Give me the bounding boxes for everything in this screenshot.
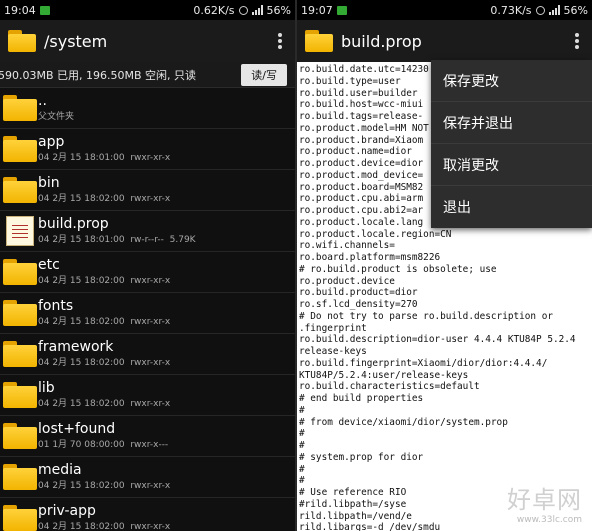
file-name: media: [38, 461, 82, 478]
site-watermark: 好卓网 www.33lc.com: [507, 480, 582, 525]
status-bar: 19:07 0.73K/s 56%: [297, 0, 592, 20]
storage-info-bar: 590.03MB 已用, 196.50MB 空闲, 只读 读/写: [0, 62, 295, 88]
file-item-priv-app[interactable]: priv-app 04 2月 15 18:02:00 rwxr-xr-x: [0, 498, 295, 531]
folder-icon: [8, 30, 36, 52]
menu-item-save[interactable]: 保存更改: [431, 60, 592, 102]
file-name: etc: [38, 256, 60, 273]
menu-item-save-exit[interactable]: 保存并退出: [431, 102, 592, 144]
status-bar: 19:04 0.62K/s 56%: [0, 0, 295, 20]
signal-icon: [251, 5, 263, 15]
file-manager-pane: 19:04 0.62K/s 56% /system 590.03MB 已用, 1…: [0, 0, 295, 531]
file-meta: 04 2月 15 18:02:00 rwxr-xr-x: [38, 521, 171, 531]
network-speed: 0.62K/s: [193, 3, 235, 17]
file-meta: 父文件夹: [38, 111, 75, 122]
folder-icon: [305, 30, 333, 52]
file-item-parent[interactable]: .. 父文件夹: [0, 88, 295, 129]
overflow-menu-icon[interactable]: [273, 31, 287, 51]
file-item-lost-found[interactable]: lost+found 01 1月 70 08:00:00 rwxr-x---: [0, 416, 295, 457]
file-name: build.prop: [38, 215, 109, 232]
file-meta: 01 1月 70 08:00:00 rwxr-x---: [38, 439, 169, 450]
folder-icon: [3, 423, 37, 449]
folder-icon: [3, 136, 37, 162]
app-bar: build.prop: [297, 20, 592, 62]
folder-icon: [3, 464, 37, 490]
folder-icon: [3, 177, 37, 203]
file-item-lib[interactable]: lib 04 2月 15 18:02:00 rwxr-xr-x: [0, 375, 295, 416]
file-meta: 04 2月 15 18:01:00 rwxr-xr-x: [38, 152, 171, 163]
app-bar: /system: [0, 20, 295, 62]
file-item-bin[interactable]: bin 04 2月 15 18:02:00 rwxr-xr-x: [0, 170, 295, 211]
file-item-build-prop[interactable]: build.prop 04 2月 15 18:01:00 rw-r--r-- 5.…: [0, 211, 295, 252]
file-item-etc[interactable]: etc 04 2月 15 18:02:00 rwxr-xr-x: [0, 252, 295, 293]
file-name: app: [38, 133, 65, 150]
file-meta: 04 2月 15 18:01:00 rw-r--r-- 5.79K: [38, 234, 196, 245]
file-name: lost+found: [38, 420, 116, 437]
file-item-app[interactable]: app 04 2月 15 18:01:00 rwxr-xr-x: [0, 129, 295, 170]
folder-icon: [3, 341, 37, 367]
file-meta: 04 2月 15 18:02:00 rwxr-xr-x: [38, 275, 171, 286]
file-name: ..: [38, 92, 47, 109]
folder-icon: [3, 259, 37, 285]
watermark-text: 好卓网: [507, 486, 582, 514]
watermark-url: www.33lc.com: [516, 515, 582, 525]
file-item-fonts[interactable]: fonts 04 2月 15 18:02:00 rwxr-xr-x: [0, 293, 295, 334]
file-name: framework: [38, 338, 114, 355]
file-meta: 04 2月 15 18:02:00 rwxr-xr-x: [38, 193, 171, 204]
overflow-menu: 保存更改 保存并退出 取消更改 退出: [431, 60, 592, 228]
battery-level: 56%: [563, 3, 588, 17]
text-editor-pane: 19:07 0.73K/s 56% build.prop ro.build.da…: [297, 0, 592, 531]
file-item-media[interactable]: media 04 2月 15 18:02:00 rwxr-xr-x: [0, 457, 295, 498]
file-meta: 04 2月 15 18:02:00 rwxr-xr-x: [38, 398, 171, 409]
folder-icon: [3, 95, 37, 121]
file-meta: 04 2月 15 18:02:00 rwxr-xr-x: [38, 316, 171, 327]
menu-item-exit[interactable]: 退出: [431, 186, 592, 228]
notification-icon: [336, 5, 347, 15]
storage-info: 590.03MB 已用, 196.50MB 空闲, 只读: [0, 68, 197, 82]
folder-icon: [3, 505, 37, 531]
file-meta: 04 2月 15 18:02:00 rwxr-xr-x: [38, 480, 171, 491]
signal-icon: [548, 5, 560, 15]
folder-icon: [3, 300, 37, 326]
alarm-icon: [238, 5, 248, 15]
file-meta: 04 2月 15 18:02:00 rwxr-xr-x: [38, 357, 171, 368]
text-file-icon: [6, 216, 34, 246]
folder-icon: [3, 382, 37, 408]
file-title: build.prop: [341, 31, 422, 51]
network-speed: 0.73K/s: [490, 3, 532, 17]
battery-level: 56%: [266, 3, 291, 17]
file-list: .. 父文件夹 app 04 2月 15 18:01:00 rwxr-xr-x bi…: [0, 88, 295, 531]
file-name: priv-app: [38, 502, 96, 519]
read-write-button[interactable]: 读/写: [241, 63, 287, 86]
notification-icon: [39, 5, 50, 15]
menu-item-discard[interactable]: 取消更改: [431, 144, 592, 186]
overflow-menu-icon[interactable]: [570, 31, 584, 51]
status-time: 19:04: [4, 3, 36, 17]
status-time: 19:07: [301, 3, 333, 17]
file-item-framework[interactable]: framework 04 2月 15 18:02:00 rwxr-xr-x: [0, 334, 295, 375]
file-name: lib: [38, 379, 55, 396]
current-path: /system: [44, 31, 108, 51]
file-name: bin: [38, 174, 60, 191]
file-name: fonts: [38, 297, 74, 314]
alarm-icon: [535, 5, 545, 15]
